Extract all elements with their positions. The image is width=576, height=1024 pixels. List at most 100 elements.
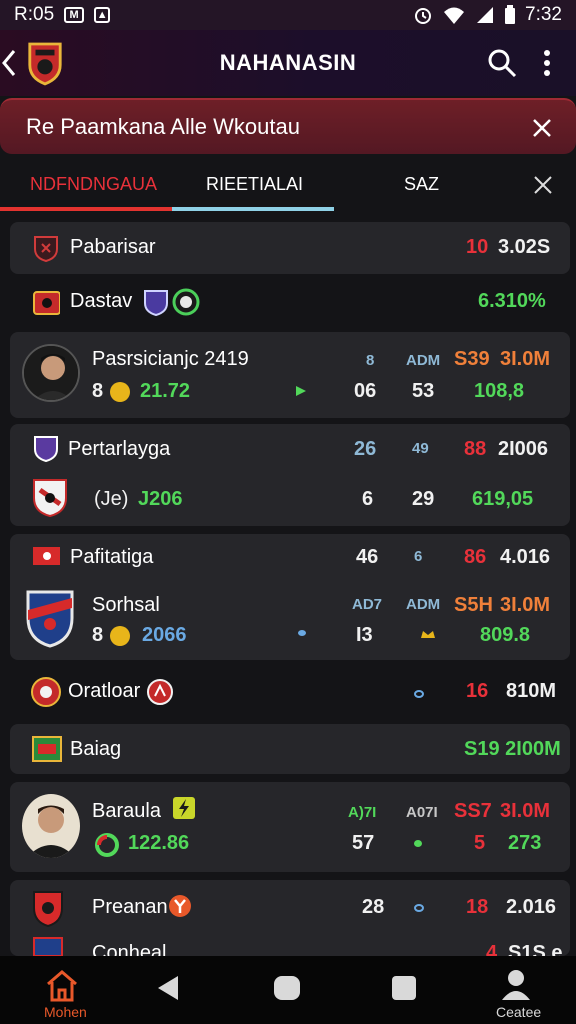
item-name: Preanan <box>92 896 168 918</box>
col-3: 18 <box>466 896 489 918</box>
recents-icon[interactable] <box>390 974 418 1002</box>
battery-icon <box>505 5 516 24</box>
col-1: 26 <box>354 438 377 460</box>
item-sub-text: (Je) <box>94 488 129 510</box>
club-crest-icon <box>28 42 62 86</box>
mail-icon: M <box>64 7 85 23</box>
col-3: S5H <box>454 594 493 616</box>
item-name: Pabarisar <box>70 236 156 258</box>
profile-icon[interactable] <box>498 966 534 1002</box>
app-bar: NAHANASIN <box>0 30 576 96</box>
col-4: 3I.0M <box>500 800 551 822</box>
play-triangle-icon <box>296 386 306 396</box>
photo-icon: ▲ <box>94 7 111 23</box>
col-2: 6 <box>414 548 423 565</box>
list-item[interactable]: Preanan 28 18 2.016 Conheal 4 S1S.e <box>10 880 570 956</box>
item-name: Baraula <box>92 800 161 822</box>
tabs-close-icon[interactable] <box>530 172 556 198</box>
col-1: 46 <box>356 546 379 568</box>
col-3: 16 <box>466 680 489 702</box>
col-2: 49 <box>412 440 429 457</box>
item-name: Baiag <box>70 738 122 760</box>
col-4: 810M <box>506 680 557 702</box>
tab-active-indicator <box>0 207 172 211</box>
home-button-icon[interactable] <box>272 974 302 1002</box>
tab-saz[interactable]: SAZ <box>404 174 439 195</box>
item-sub-prefix: 8 <box>92 380 104 402</box>
flag-icon <box>32 736 62 762</box>
nav-home-label[interactable]: Mohen <box>44 1004 87 1020</box>
item-name: Pertarlayga <box>68 438 171 460</box>
col-3: 4 <box>486 942 498 956</box>
search-icon[interactable] <box>486 47 518 79</box>
item-name: Pafitatiga <box>70 546 154 568</box>
col-3: SS7 <box>454 800 492 822</box>
item-name: Sorhsal <box>92 594 160 616</box>
item-sub-value: J206 <box>138 488 183 510</box>
col-2: ADM <box>406 352 441 369</box>
coin-icon <box>110 382 130 402</box>
col-1: 28 <box>362 896 385 918</box>
club-badge-icon <box>26 590 74 648</box>
back-triangle-icon[interactable] <box>156 974 182 1002</box>
shield-icon <box>144 290 168 316</box>
col-2: A07I <box>406 804 438 821</box>
avatar <box>22 794 80 858</box>
col-7: 273 <box>508 832 542 854</box>
item-stat: 10 <box>466 236 489 258</box>
item-name: Oratloar <box>68 680 141 702</box>
col-4: 4.016 <box>500 546 551 568</box>
bottom-nav-bar: Mohen Ceatee <box>0 956 576 1024</box>
close-icon[interactable] <box>528 114 556 142</box>
col-3: 88 <box>464 438 487 460</box>
circle-badge-icon <box>172 288 200 316</box>
alarm-icon <box>415 8 432 24</box>
list-item[interactable]: Pabarisar 10 3.02S <box>10 222 570 274</box>
col-1: AD7 <box>352 596 383 613</box>
circle-badge-icon <box>147 679 173 705</box>
tab-bar: NDFNDNGAUA RIEETIALAI SAZ <box>0 160 576 212</box>
list-item[interactable]: Pertarlayga (Je) J206 26 49 88 2I006 6 2… <box>10 424 570 526</box>
flag-icon <box>33 547 60 565</box>
signal-icon <box>477 7 494 23</box>
coin-icon <box>110 626 130 646</box>
list-item[interactable]: Dastav 6.310% <box>10 280 570 326</box>
list-item[interactable]: Baraula 122.86 A)7I A07I SS7 3I.0M 57 5 … <box>10 782 570 872</box>
crown-icon <box>421 631 435 638</box>
tab-rieetialai[interactable]: RIEETIALAI <box>206 174 303 195</box>
tab-secondary-indicator <box>172 207 334 211</box>
col-3: 86 <box>464 546 487 568</box>
item-name: Dastav <box>70 290 133 312</box>
col-2: ADM <box>406 596 441 613</box>
item-name: Pasrsicianjc 2419 <box>92 348 249 370</box>
col-5: 6 <box>362 488 374 510</box>
col-6: 53 <box>412 380 435 402</box>
col-4: 2.016 <box>506 896 557 918</box>
club-badge-icon <box>33 937 63 956</box>
col-5: I3 <box>356 624 373 646</box>
home-icon[interactable] <box>44 968 80 1002</box>
lightning-badge-icon <box>173 797 195 819</box>
item-sub-value: 122.86 <box>128 832 190 854</box>
status-time-left: R:05 <box>14 4 55 25</box>
list-item[interactable]: Oratloar 16 810M <box>10 668 570 716</box>
more-options-icon[interactable] <box>542 47 552 79</box>
col-5: 06 <box>354 380 377 402</box>
ring-icon <box>95 833 119 857</box>
dot-icon <box>414 840 422 847</box>
col-7: 108,8 <box>474 380 525 402</box>
nav-profile-label[interactable]: Ceatee <box>496 1004 541 1020</box>
list-item[interactable]: Baiag S19 2I00M <box>10 724 570 774</box>
list-item[interactable]: Sorhsal 8 2066 AD7 ADM S5H 3I.0M I3 809.… <box>10 586 570 656</box>
status-time-right: 7:32 <box>525 4 562 25</box>
tab-ndfndngaua[interactable]: NDFNDNGAUA <box>30 174 157 195</box>
col-4: S1S.e <box>508 942 563 956</box>
list-item[interactable]: Pasrsicianjc 2419 8 21.72 8 ADM S39 3I.0… <box>10 332 570 418</box>
item-value: 6.310% <box>478 290 546 312</box>
alert-banner: Re Paamkana Alle Wkoutau <box>0 98 576 154</box>
dot-icon <box>298 630 306 636</box>
avatar <box>22 344 80 402</box>
col-7: 619,05 <box>472 488 534 510</box>
dot-icon <box>414 690 424 698</box>
back-arrow-icon[interactable] <box>0 43 18 83</box>
